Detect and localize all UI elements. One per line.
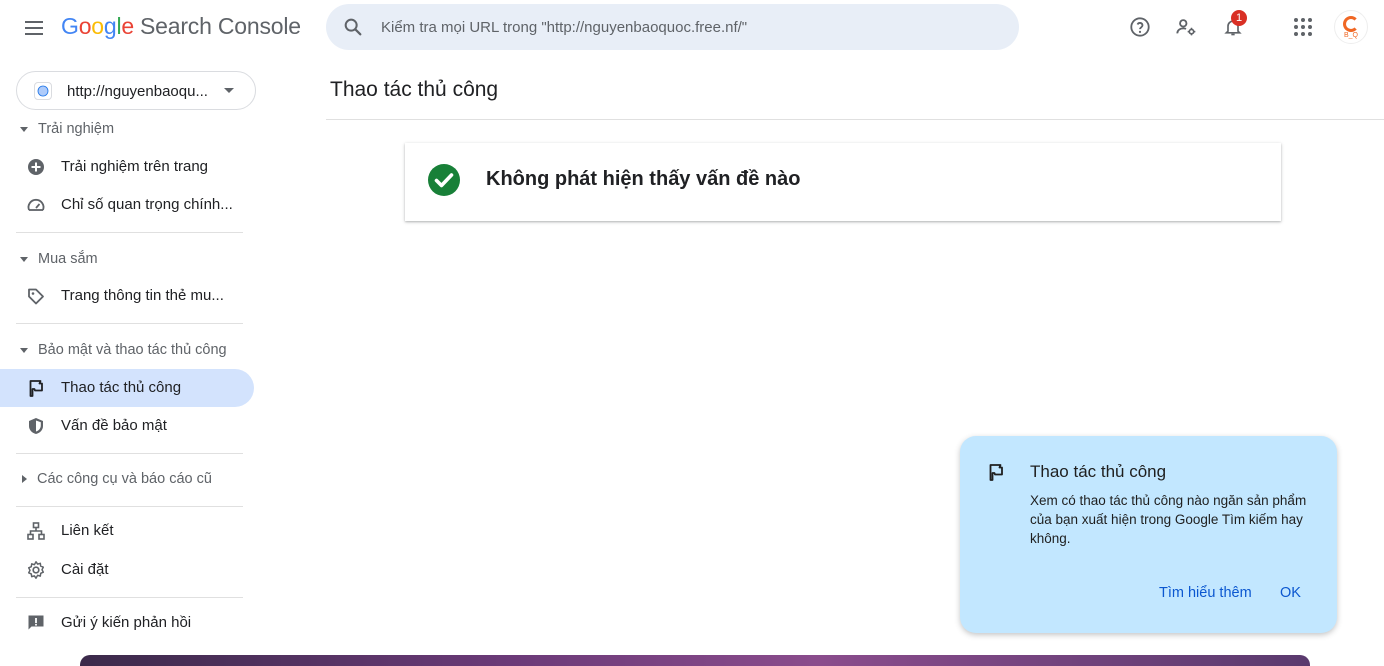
ok-button[interactable]: OK [1280, 585, 1301, 601]
url-inspection-search[interactable] [326, 4, 1019, 50]
check-circle-icon [428, 164, 460, 196]
shield-icon [29, 418, 43, 434]
search-input[interactable] [381, 12, 1001, 42]
tooltip-body: Xem có thao tác thủ công nào ngăn sản ph… [1030, 493, 1307, 546]
collapse-arrow-icon [20, 256, 28, 262]
sitemap-links-icon [27, 522, 45, 540]
nav-section-legacy-tools[interactable]: Các công cụ và báo cáo cũ [20, 471, 212, 487]
collapse-arrow-icon [20, 347, 28, 353]
property-selector[interactable]: http://nguyenbaoqu... [16, 71, 256, 110]
os-dock [80, 655, 1310, 666]
collapse-arrow-icon [20, 126, 28, 132]
notification-count-badge: 1 [1231, 10, 1247, 26]
account-avatar[interactable]: B_Q [1334, 10, 1368, 44]
globe-icon [34, 82, 52, 100]
sidebar-item-settings[interactable]: Cài đặt [0, 551, 254, 589]
flag-icon [29, 380, 43, 397]
help-icon[interactable] [1127, 14, 1153, 40]
sidebar-item-security-issues[interactable]: Vấn đề bảo mật [0, 407, 254, 445]
speedometer-icon [27, 198, 45, 211]
status-message: Không phát hiện thấy vấn đề nào [486, 168, 801, 190]
main-menu-icon[interactable] [22, 16, 46, 40]
sidebar-divider [16, 506, 243, 507]
sidebar-item-links[interactable]: Liên kết [0, 512, 254, 550]
plus-circle-icon [28, 159, 44, 175]
nav-section-shopping[interactable]: Mua sắm [20, 251, 98, 267]
property-url: http://nguyenbaoqu... [67, 83, 208, 100]
search-icon [344, 18, 362, 36]
feature-tooltip: Thao tác thủ công Xem có thao tác thủ cô… [960, 436, 1337, 633]
sidebar-divider [16, 232, 243, 233]
sidebar-divider [16, 323, 243, 324]
sidebar-item-manual-actions[interactable]: Thao tác thủ công [0, 369, 254, 407]
sidebar-item-feedback[interactable]: Gửi ý kiến phản hồi [0, 604, 254, 642]
top-app-bar: GoogleSearch Console 1 B_Q [0, 0, 1384, 56]
expand-arrow-icon [22, 475, 27, 483]
sidebar-divider [16, 597, 243, 598]
sidebar-item-merchant-listings[interactable]: Trang thông tin thẻ mu... [0, 277, 254, 315]
avatar-logo-icon [1343, 16, 1359, 32]
flag-icon [989, 464, 1003, 481]
chevron-down-icon [224, 88, 234, 93]
nav-section-experience[interactable]: Trải nghiệm [20, 121, 114, 137]
google-apps-grid-icon[interactable] [1290, 14, 1316, 40]
search-console-logo[interactable]: Google Search Console [61, 13, 301, 40]
app-title: Search Console [140, 13, 301, 39]
page-title: Thao tác thủ công [330, 78, 499, 101]
user-settings-icon[interactable] [1173, 14, 1199, 40]
sidebar-divider [16, 453, 243, 454]
learn-more-button[interactable]: Tìm hiểu thêm [1159, 585, 1252, 601]
sidebar-item-core-web-vitals[interactable]: Chỉ số quan trọng chính... [0, 186, 254, 224]
gear-icon [27, 561, 45, 579]
title-divider [326, 119, 1384, 120]
nav-section-security[interactable]: Bảo mật và thao tác thủ công [20, 342, 227, 358]
sidebar-item-page-experience[interactable]: Trải nghiệm trên trang [0, 148, 254, 186]
status-card: Không phát hiện thấy vấn đề nào [405, 143, 1281, 221]
tooltip-title: Thao tác thủ công [1030, 462, 1167, 481]
feedback-icon [28, 615, 44, 630]
tag-icon [28, 288, 44, 305]
